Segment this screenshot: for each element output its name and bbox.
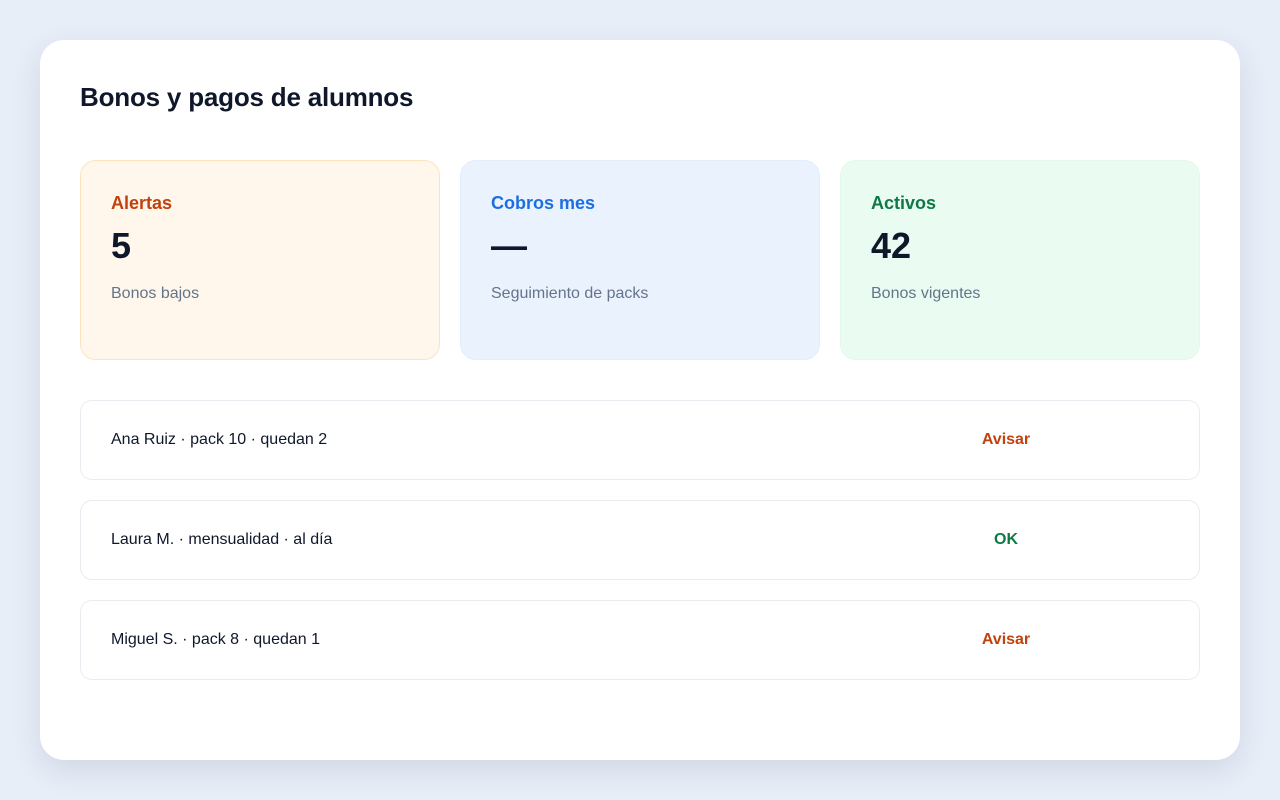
stat-label: Alertas (111, 193, 173, 213)
stat-card-cobros-mes: Cobros mes — Seguimiento de packs (460, 160, 820, 360)
list-item-text: Ana Ruiz · pack 10 · quedan 2 (111, 431, 328, 448)
list-item-text: Laura M. · mensualidad · al día (111, 531, 333, 548)
stats-grid: Alertas 5 Bonos bajos Cobros mes — Segui… (80, 160, 1200, 360)
stat-subtitle: Seguimiento de packs (491, 285, 649, 302)
stat-value: 5 (111, 225, 132, 266)
list-item: Miguel S. · pack 8 · quedan 1 Avisar (80, 600, 1200, 680)
stat-card-alertas: Alertas 5 Bonos bajos (80, 160, 440, 360)
main-card: Bonos y pagos de alumnos Alertas 5 Bonos… (40, 40, 1240, 760)
list-item: Ana Ruiz · pack 10 · quedan 2 Avisar (80, 400, 1200, 480)
stat-card-activos: Activos 42 Bonos vigentes (840, 160, 1200, 360)
stat-label: Cobros mes (491, 193, 596, 213)
stat-subtitle: Bonos vigentes (871, 285, 981, 302)
stat-value: 42 (871, 225, 912, 266)
stat-subtitle: Bonos bajos (111, 285, 200, 302)
stat-label: Activos (871, 193, 937, 213)
notify-button[interactable]: Avisar (951, 631, 1061, 649)
page-title: Bonos y pagos de alumnos (80, 82, 414, 112)
notify-button[interactable]: Avisar (951, 431, 1061, 449)
list-item-text: Miguel S. · pack 8 · quedan 1 (111, 631, 321, 648)
stat-value: — (491, 225, 527, 266)
status-ok-label[interactable]: OK (951, 531, 1061, 549)
list-item: Laura M. · mensualidad · al día OK (80, 500, 1200, 580)
